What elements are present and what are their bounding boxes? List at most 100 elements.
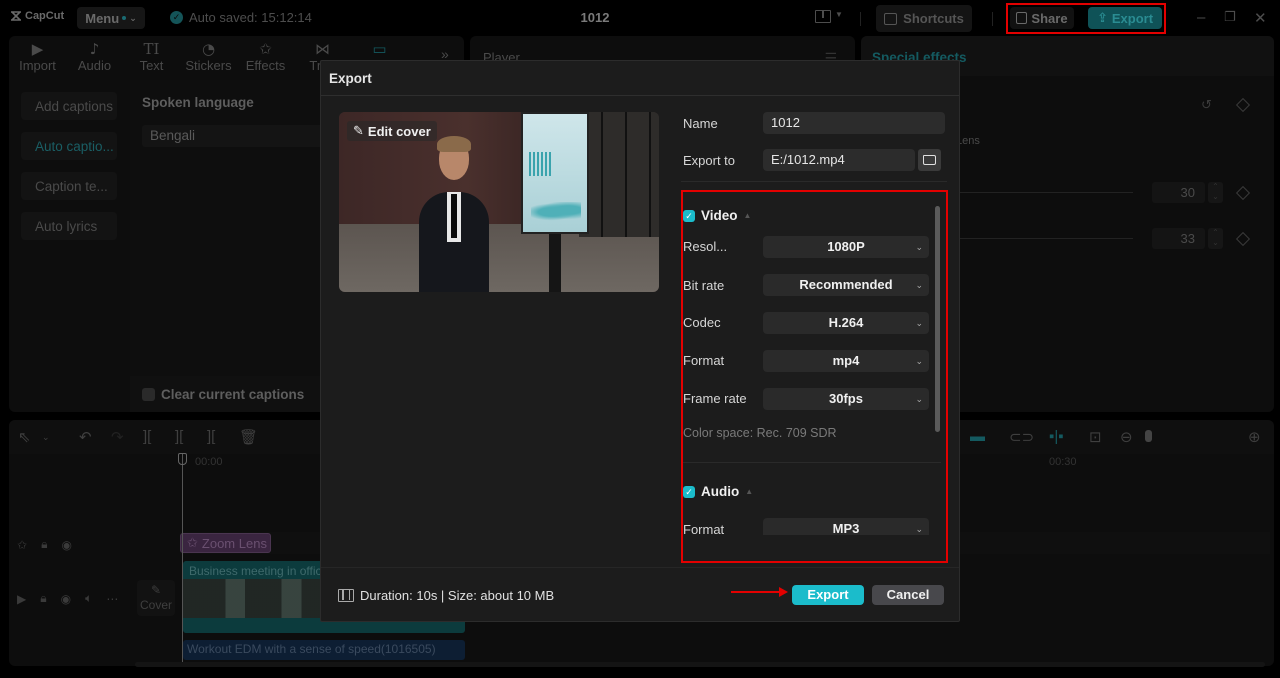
sidebar-item-auto-captions[interactable]: Auto captio... [21, 132, 117, 160]
resolution-select[interactable]: 1080P ⌄ [763, 236, 929, 258]
undo-icon[interactable]: ↶ [79, 428, 92, 446]
chevron-down-icon[interactable]: ⌄ [42, 432, 50, 443]
image-map [531, 202, 581, 222]
link-icon[interactable]: ⊂⊃ [1009, 428, 1034, 446]
tab-stickers[interactable]: ◔ Stickers [180, 36, 237, 80]
shortcuts-button[interactable]: Shortcuts [876, 5, 972, 32]
tab-text[interactable]: TI Text [123, 36, 180, 80]
sidebar-item-add-captions[interactable]: Add captions [21, 92, 117, 120]
chevron-down-icon: ⌄ [915, 524, 923, 534]
minimize-icon[interactable]: – [1197, 9, 1205, 26]
export-settings: ✓ Video ▲ Resol... 1080P ⌄ Bit rate Recom… [683, 192, 941, 535]
video-format-select[interactable]: mp4 ⌄ [763, 350, 929, 372]
export-path-input[interactable]: E:/1012.mp4 [763, 149, 915, 171]
divider [681, 181, 947, 182]
timeline-scrollbar[interactable] [135, 662, 1265, 667]
divider [992, 12, 993, 26]
audio-icon: ♪ [89, 40, 100, 58]
captions-icon: ▭ [372, 40, 387, 58]
color-space-info: Color space: Rec. 709 SDR [683, 426, 837, 440]
frame-rate-label: Frame rate [683, 391, 747, 406]
audio-section-header[interactable]: ✓ Audio ▲ [683, 484, 753, 499]
playhead-handle[interactable] [178, 453, 187, 465]
lock-icon[interactable]: 🔒︎ [41, 537, 47, 552]
tab-audio[interactable]: ♪ Audio [66, 36, 123, 80]
split-left-icon[interactable]: ][ [175, 428, 183, 445]
reset-icon[interactable]: ↺ [1201, 97, 1212, 113]
param-value-2[interactable]: 33 [1152, 228, 1205, 249]
chevron-down-icon: ⌄ [915, 318, 923, 328]
zoom-slider-handle[interactable] [1145, 430, 1152, 442]
folder-icon [923, 155, 936, 165]
close-icon[interactable]: ✕ [1254, 9, 1267, 27]
clear-captions-checkbox[interactable] [142, 387, 155, 401]
effect-clip-label: Zoom Lens [201, 535, 267, 551]
image-window [579, 112, 659, 237]
shortcuts-label: Shortcuts [903, 11, 964, 26]
zoom-out-icon[interactable]: ⊖ [1120, 428, 1133, 446]
title-bar: CapCut Menu ⌄ ✓ Auto saved: 15:12:14 101… [0, 0, 1280, 36]
sidebar-item-auto-lyrics[interactable]: Auto lyrics [21, 212, 117, 240]
audio-clip[interactable]: Workout EDM with a sense of speed(101650… [183, 640, 465, 660]
audio-enabled-checkbox[interactable]: ✓ [683, 485, 695, 498]
name-input[interactable]: 1012 [763, 112, 945, 134]
param-value-1[interactable]: 30 [1152, 182, 1205, 203]
redo-icon[interactable]: ↷ [111, 428, 124, 446]
split-preview-icon[interactable]: ▪|▪ [1049, 428, 1064, 445]
caret-up-icon[interactable]: ▲ [744, 211, 752, 220]
param-slider-1[interactable] [956, 192, 1133, 193]
volume-icon[interactable]: 🔈︎ [85, 591, 92, 606]
zoom-in-icon[interactable]: ⊕ [1248, 428, 1261, 446]
export-top-button[interactable]: ⇪ Export [1088, 7, 1162, 29]
annotation-arrow-head [779, 587, 788, 597]
param-stepper-1[interactable]: ⌃ ⌄ [1208, 182, 1223, 203]
timeline-start-time: 00:00 [195, 456, 223, 468]
playhead[interactable] [182, 453, 183, 663]
video-enabled-checkbox[interactable]: ✓ [683, 209, 695, 222]
edit-cover-button[interactable]: ✎ Edit cover [347, 121, 437, 141]
menu-button[interactable]: Menu ⌄ [77, 7, 145, 29]
bitrate-select[interactable]: Recommended ⌄ [763, 274, 929, 296]
cover-button[interactable]: ✎ Cover [137, 580, 175, 616]
check-circle-icon: ✓ [170, 11, 183, 24]
cancel-button[interactable]: Cancel [872, 585, 944, 605]
layout-button[interactable]: ▼ [815, 10, 843, 23]
zoom-fit-icon[interactable]: ⊡ [1089, 428, 1102, 446]
video-section-label: Video [701, 208, 738, 223]
split-right-icon[interactable]: ][ [207, 428, 215, 445]
notification-dot [122, 16, 127, 20]
tab-effects[interactable]: ✩ Effects [237, 36, 294, 80]
export-button[interactable]: Export [792, 585, 864, 605]
video-section-header[interactable]: ✓ Video ▲ [683, 208, 751, 223]
restore-icon[interactable]: ❐ [1224, 9, 1236, 25]
caret-up-icon[interactable]: ▲ [745, 487, 753, 496]
delete-icon[interactable]: 🗑 [239, 428, 258, 446]
sidebar-item-caption-template[interactable]: Caption te... [21, 172, 117, 200]
browse-folder-button[interactable] [918, 149, 941, 171]
frame-rate-select[interactable]: 30fps ⌄ [763, 388, 929, 410]
effect-clip[interactable]: ✩ Zoom Lens [180, 533, 271, 553]
resolution-label: Resol... [683, 239, 728, 254]
lock-icon[interactable]: 🔒︎ [40, 591, 46, 606]
select-cursor-icon[interactable]: ⇖ [18, 428, 31, 446]
eye-icon[interactable]: ◉ [61, 538, 71, 552]
more-icon[interactable]: ⋯ [106, 592, 118, 606]
param-slider-2[interactable] [956, 238, 1133, 239]
share-button[interactable]: Share [1010, 7, 1074, 29]
eye-icon[interactable]: ◉ [61, 592, 71, 606]
codec-select[interactable]: H.264 ⌄ [763, 312, 929, 334]
audio-format-select[interactable]: MP3 ⌄ [763, 518, 929, 535]
video-clip-label: Business meeting in office [189, 564, 329, 578]
video-format-value: mp4 [832, 353, 860, 368]
divider [860, 12, 861, 26]
text-icon: TI [143, 40, 160, 58]
settings-scrollbar[interactable] [935, 206, 940, 432]
resolution-value: 1080P [827, 239, 865, 254]
param-stepper-2[interactable]: ⌃ ⌄ [1208, 228, 1223, 249]
export-to-label: Export to [683, 153, 736, 168]
edit-cover-label: Edit cover [367, 123, 431, 139]
snap-icon[interactable]: ▬ [970, 428, 985, 445]
tab-import[interactable]: ▶ Import [9, 36, 66, 80]
tab-label: Stickers [185, 58, 232, 73]
split-icon[interactable]: ][ [143, 428, 151, 445]
